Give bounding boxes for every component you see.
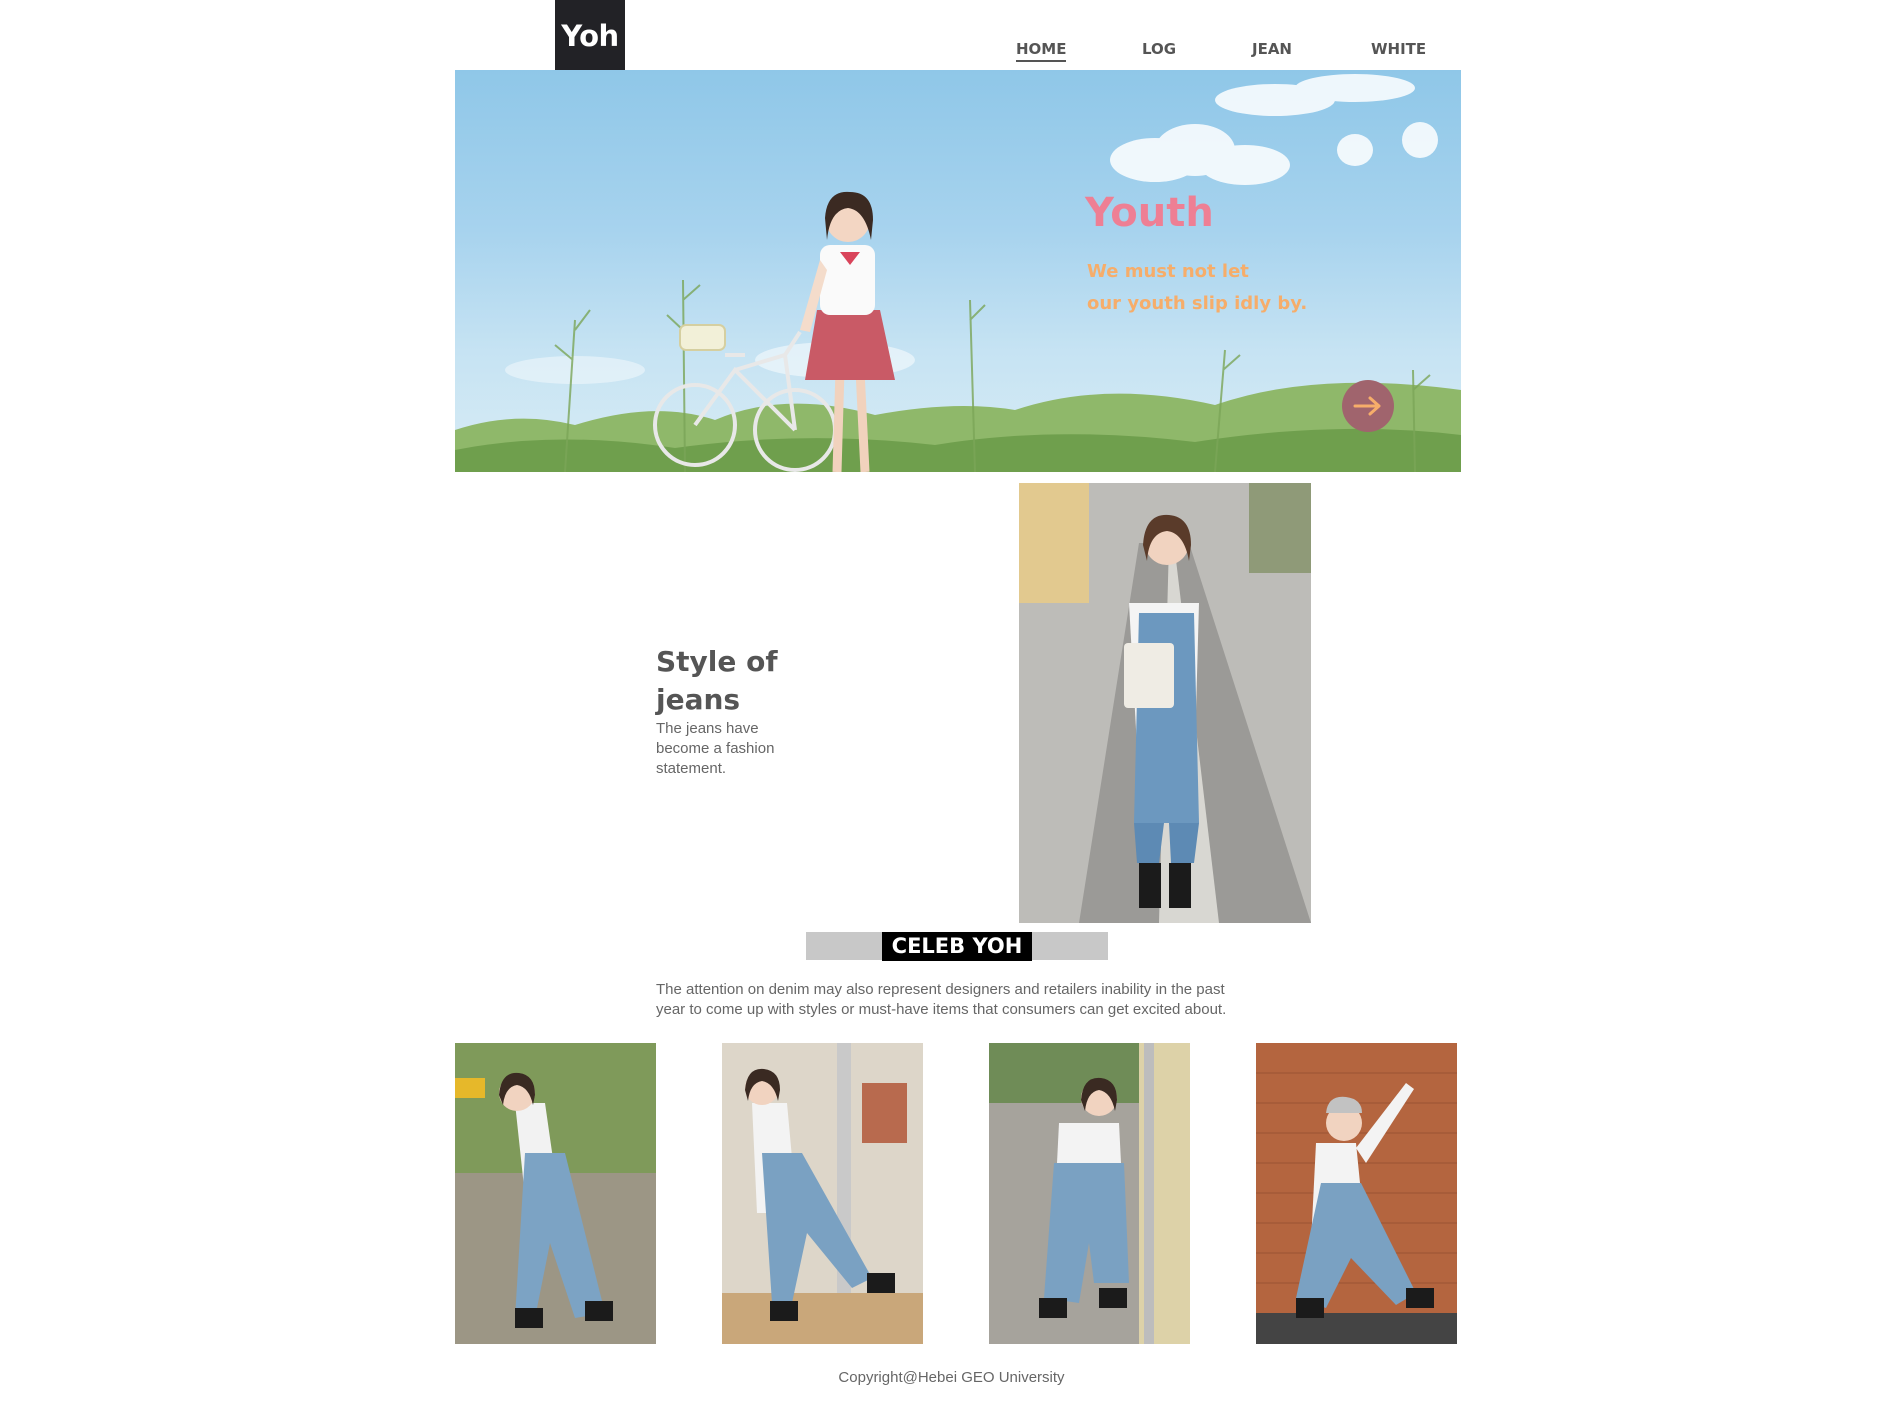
celeb-description: The attention on denim may also represen… [656,981,1227,1018]
feature-photo [1019,483,1311,923]
feature-text: The jeans have become a fashion statemen… [656,720,775,777]
hero-banner: Youth We must not let our youth slip idl… [455,70,1461,472]
hero-subtitle-line1: We must not let [1087,261,1249,282]
feature-title: Style of jeans [656,645,778,716]
footer-copyright: Copyright@Hebei GEO University [838,1369,1065,1386]
nav-jean[interactable]: JEAN [1252,40,1292,60]
hero-subtitle-line2: our youth slip idly by. [1087,293,1308,314]
hero-title: Youth [1085,190,1214,236]
hero-subtitle: We must not let our youth slip idly by. [1087,256,1347,320]
gallery-photo-3[interactable] [989,1043,1190,1344]
celeb-banner-label: CELEB YOH [882,932,1032,961]
site-logo[interactable]: Yoh [555,0,625,72]
nav-log[interactable]: LOG [1142,40,1176,60]
gallery-photo-1[interactable] [455,1043,656,1344]
gallery-photo-4[interactable] [1256,1043,1457,1344]
nav-white[interactable]: WHITE [1371,40,1426,60]
arrow-right-icon [1353,396,1381,416]
nav-home[interactable]: HOME [1016,40,1067,62]
gallery-photo-2[interactable] [722,1043,923,1344]
hero-next-button[interactable] [1342,380,1394,432]
